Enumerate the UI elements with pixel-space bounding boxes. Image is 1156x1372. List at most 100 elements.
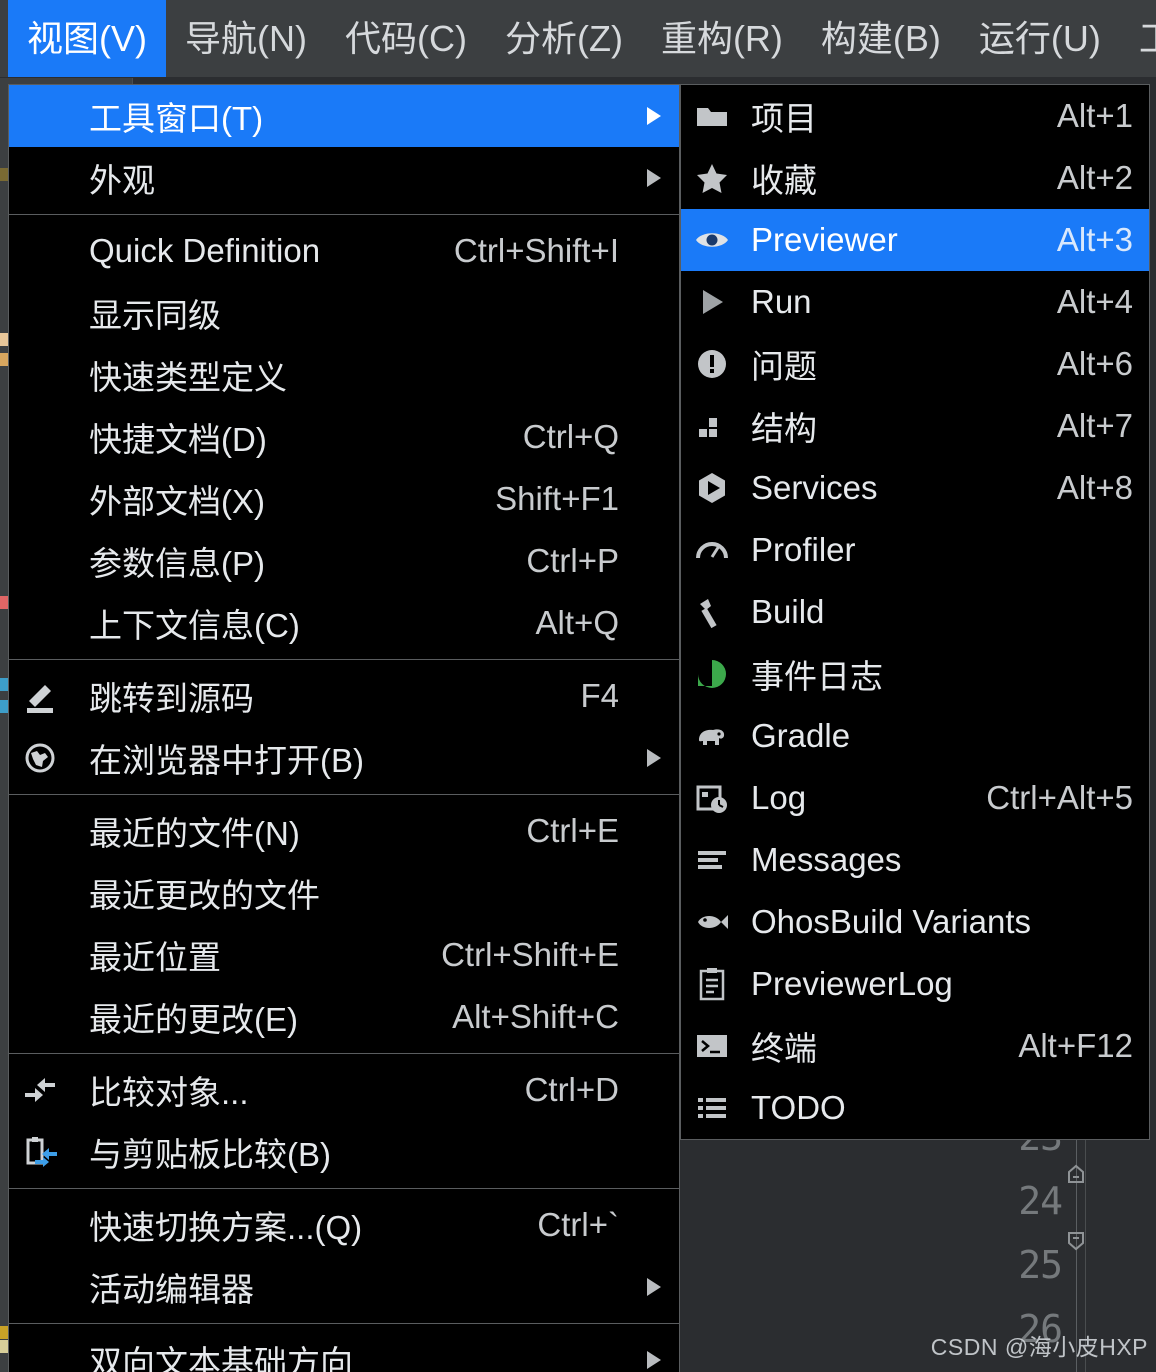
ohosbuild-fish-icon [681, 904, 743, 940]
menu-item-quick-documentation[interactable]: 快捷文档(D) Ctrl+Q [9, 406, 679, 468]
menubar-item-analyze[interactable]: 分析(Z) [486, 0, 642, 77]
compare-icon [9, 1071, 71, 1109]
menu-separator [9, 659, 679, 660]
submenu-item-problems[interactable]: 问题 Alt+6 [681, 333, 1149, 395]
event-log-icon [681, 656, 743, 692]
menu-item-quick-definition[interactable]: Quick Definition Ctrl+Shift+I [9, 220, 679, 282]
line-number: 25 [1018, 1243, 1063, 1287]
chevron-right-icon [637, 749, 679, 767]
menu-item-jump-to-source[interactable]: 跳转到源码 F4 [9, 665, 679, 727]
menu-item-open-in-browser[interactable]: 在浏览器中打开(B) [9, 727, 679, 789]
submenu-item-shortcut: Alt+7 [1056, 407, 1133, 444]
menu-item-shortcut: Ctrl+` [537, 1206, 619, 1243]
terminal-icon [681, 1028, 743, 1064]
menu-item-parameter-info[interactable]: 参数信息(P) Ctrl+P [9, 530, 679, 592]
chevron-right-icon [637, 169, 679, 187]
menu-item-active-editor[interactable]: 活动编辑器 [9, 1256, 679, 1318]
editor-line-numbers: 23 24 25 26 [1000, 1105, 1063, 1361]
submenu-item-label: Gradle [751, 717, 851, 754]
submenu-item-label: 结构 [751, 410, 817, 447]
code-fold-expand-icon[interactable] [1061, 1225, 1091, 1255]
menubar-item-label: 构建(B) [820, 17, 941, 59]
warning-icon [681, 346, 743, 382]
menu-item-label: 跳转到源码 [89, 680, 254, 717]
menu-item-appearance[interactable]: 外观 [9, 147, 679, 209]
menu-item-label: 外部文档(X) [89, 483, 265, 520]
submenu-item-event-log[interactable]: 事件日志 [681, 643, 1149, 705]
menu-item-show-siblings[interactable]: 显示同级 [9, 282, 679, 344]
submenu-item-services[interactable]: Services Alt+8 [681, 457, 1149, 519]
csdn-watermark: CSDN @海小皮HXP [930, 1334, 1148, 1360]
submenu-item-project[interactable]: 项目 Alt+1 [681, 85, 1149, 147]
submenu-item-label: Previewer [751, 221, 898, 258]
submenu-item-messages[interactable]: Messages [681, 829, 1149, 891]
submenu-item-label: TODO [751, 1089, 846, 1126]
submenu-item-ohosbuild-variants[interactable]: OhosBuild Variants [681, 891, 1149, 953]
clipboard-icon [681, 966, 743, 1002]
main-menu-bar[interactable]: 视图(V) 导航(N) 代码(C) 分析(Z) 重构(R) 构建(B) 运行(U… [0, 0, 1156, 78]
menu-separator [9, 1188, 679, 1189]
menu-item-external-documentation[interactable]: 外部文档(X) Shift+F1 [9, 468, 679, 530]
submenu-item-shortcut: Alt+3 [1056, 221, 1133, 258]
menu-item-recently-changed-files[interactable]: 最近更改的文件 [9, 862, 679, 924]
menubar-item-refactor[interactable]: 重构(R) [642, 0, 802, 77]
menu-item-bidi-text-base-direction[interactable]: 双向文本基础方向 [9, 1329, 679, 1372]
menu-item-tool-windows[interactable]: 工具窗口(T) [9, 85, 679, 147]
code-fold-collapse-icon[interactable] [1061, 1160, 1091, 1190]
menu-item-compare-with-clipboard[interactable]: 与剪贴板比较(B) [9, 1121, 679, 1183]
view-dropdown-menu[interactable]: 工具窗口(T) 外观 Quick Definition Ctrl+Shift+I… [8, 84, 680, 1372]
menu-item-quick-switch-scheme[interactable]: 快速切换方案...(Q) Ctrl+` [9, 1194, 679, 1256]
hammer-icon [681, 594, 743, 630]
submenu-item-todo[interactable]: TODO [681, 1077, 1149, 1139]
submenu-item-label: Log [751, 779, 807, 816]
submenu-item-previewer-log[interactable]: PreviewerLog [681, 953, 1149, 1015]
menu-item-label: 外观 [89, 162, 155, 199]
submenu-item-structure[interactable]: 结构 Alt+7 [681, 395, 1149, 457]
submenu-item-favorites[interactable]: 收藏 Alt+2 [681, 147, 1149, 209]
menu-item-label: 最近位置 [89, 939, 221, 976]
menubar-item-navigate[interactable]: 导航(N) [166, 0, 326, 77]
menu-item-label: 上下文信息(C) [89, 607, 300, 644]
services-icon [681, 470, 743, 506]
menubar-item-tools[interactable]: 工具 [1120, 0, 1156, 77]
submenu-item-label: 收藏 [751, 162, 817, 199]
menu-item-label: 与剪贴板比较(B) [89, 1136, 331, 1173]
submenu-item-build[interactable]: Build [681, 581, 1149, 643]
tool-windows-submenu[interactable]: 项目 Alt+1 收藏 Alt+2 Previewer Alt+3 Run Al… [680, 84, 1150, 1140]
menu-item-context-info[interactable]: 上下文信息(C) Alt+Q [9, 592, 679, 654]
submenu-item-run[interactable]: Run Alt+4 [681, 271, 1149, 333]
play-icon [681, 284, 743, 320]
submenu-item-shortcut: Ctrl+Alt+5 [986, 779, 1133, 816]
submenu-item-shortcut: Alt+4 [1056, 283, 1133, 320]
menu-item-shortcut: Alt+Q [535, 604, 619, 641]
gradle-elephant-icon [681, 718, 743, 754]
menubar-item-run[interactable]: 运行(U) [960, 0, 1120, 77]
submenu-item-shortcut: Alt+8 [1056, 469, 1133, 506]
menu-item-recent-files[interactable]: 最近的文件(N) Ctrl+E [9, 800, 679, 862]
menubar-item-label: 视图(V) [27, 17, 147, 59]
menubar-item-code[interactable]: 代码(C) [326, 0, 486, 77]
line-number: 24 [1018, 1179, 1063, 1223]
menu-separator [9, 1323, 679, 1324]
menubar-item-build[interactable]: 构建(B) [802, 0, 960, 77]
submenu-item-gradle[interactable]: Gradle [681, 705, 1149, 767]
submenu-item-profiler[interactable]: Profiler [681, 519, 1149, 581]
star-icon [681, 160, 743, 196]
menu-item-compare-with[interactable]: 比较对象... Ctrl+D [9, 1059, 679, 1121]
menu-item-recent-changes[interactable]: 最近的更改(E) Alt+Shift+C [9, 986, 679, 1048]
submenu-item-label: 项目 [751, 100, 817, 137]
menubar-item-view[interactable]: 视图(V) [8, 0, 166, 77]
menubar-item-label: 重构(R) [660, 17, 783, 59]
log-clock-icon [681, 780, 743, 816]
menu-separator [9, 1053, 679, 1054]
submenu-item-previewer[interactable]: Previewer Alt+3 [681, 209, 1149, 271]
submenu-item-terminal[interactable]: 终端 Alt+F12 [681, 1015, 1149, 1077]
menu-item-recent-locations[interactable]: 最近位置 Ctrl+Shift+E [9, 924, 679, 986]
menu-item-label: 最近的更改(E) [89, 1001, 298, 1038]
submenu-item-log[interactable]: Log Ctrl+Alt+5 [681, 767, 1149, 829]
menu-item-shortcut: Ctrl+E [526, 812, 619, 849]
menu-item-quick-type-definition[interactable]: 快速类型定义 [9, 344, 679, 406]
eye-icon [681, 222, 743, 258]
globe-icon [9, 739, 71, 777]
menubar-item-label: 工具 [1139, 20, 1156, 57]
